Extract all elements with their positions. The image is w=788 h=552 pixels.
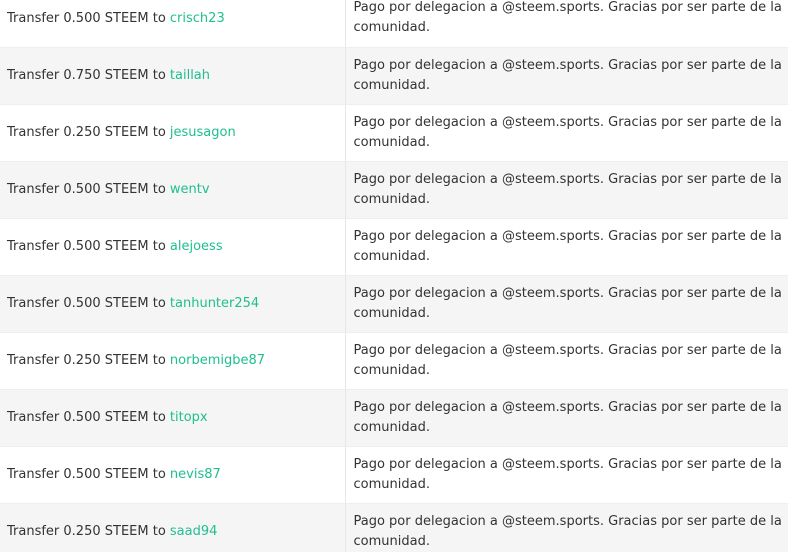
transfer-history-table: Transfer 0.500 STEEM to crisch23 Pago po… [0, 0, 788, 552]
transfer-memo: Pago por delegacion a @steem.sports. Gra… [345, 332, 788, 390]
transfer-description: Transfer 0.500 STEEM to alejoess [0, 218, 346, 276]
transfer-text: Transfer 0.250 STEEM to [7, 353, 170, 368]
transfer-description: Transfer 0.500 STEEM to titopx [0, 389, 346, 447]
user-link[interactable]: nevis87 [170, 467, 221, 482]
table-row: Transfer 0.500 STEEM to crisch23 Pago po… [0, 0, 788, 48]
table-row: Transfer 0.250 STEEM to saad94 Pago por … [0, 503, 788, 552]
user-link[interactable]: norbemigbe87 [170, 353, 265, 368]
table-row: Transfer 0.500 STEEM to titopx Pago por … [0, 389, 788, 447]
transfer-description: Transfer 0.250 STEEM to jesusagon [0, 104, 346, 162]
table-row: Transfer 0.750 STEEM to taillah Pago por… [0, 47, 788, 105]
transfer-description: Transfer 0.500 STEEM to wentv [0, 161, 346, 219]
transfer-text: Transfer 0.500 STEEM to [7, 10, 170, 26]
table-row: Transfer 0.500 STEEM to wentv Pago por d… [0, 161, 788, 219]
transfer-text: Transfer 0.250 STEEM to [7, 524, 170, 539]
transfer-text: Transfer 0.500 STEEM to [7, 239, 170, 254]
transfer-description: Transfer 0.500 STEEM to tanhunter254 [0, 275, 346, 333]
transfer-text: Transfer 0.500 STEEM to [7, 467, 170, 482]
table-row: Transfer 0.500 STEEM to tanhunter254 Pag… [0, 275, 788, 333]
transfer-memo: Pago por delegacion a @steem.sports. Gra… [345, 218, 788, 276]
table-row: Transfer 0.250 STEEM to jesusagon Pago p… [0, 104, 788, 162]
user-link[interactable]: tanhunter254 [170, 296, 259, 311]
user-link[interactable]: saad94 [170, 524, 218, 539]
transfer-history-panel: Transfer 0.500 STEEM to crisch23 Pago po… [0, 0, 788, 552]
transfer-memo: Pago por delegacion a @steem.sports. Gra… [345, 389, 788, 447]
transfer-description: Transfer 0.500 STEEM to crisch23 [0, 0, 346, 48]
transfer-description: Transfer 0.750 STEEM to taillah [0, 47, 346, 105]
transfer-text: Transfer 0.500 STEEM to [7, 182, 170, 197]
table-row: Transfer 0.250 STEEM to norbemigbe87 Pag… [0, 332, 788, 390]
transfer-description: Transfer 0.250 STEEM to norbemigbe87 [0, 332, 346, 390]
transfer-description: Transfer 0.250 STEEM to saad94 [0, 503, 346, 552]
transfer-memo: Pago por delegacion a @steem.sports. Gra… [345, 0, 788, 48]
user-link[interactable]: titopx [170, 410, 208, 425]
user-link[interactable]: jesusagon [170, 125, 236, 140]
user-link[interactable]: wentv [170, 182, 210, 197]
transfer-text: Transfer 0.250 STEEM to [7, 125, 170, 140]
user-link[interactable]: alejoess [170, 239, 223, 254]
transfer-description: Transfer 0.500 STEEM to nevis87 [0, 446, 346, 504]
transfer-text: Transfer 0.750 STEEM to [7, 68, 170, 83]
table-row: Transfer 0.500 STEEM to alejoess Pago po… [0, 218, 788, 276]
transfer-memo: Pago por delegacion a @steem.sports. Gra… [345, 503, 788, 552]
user-link[interactable]: taillah [170, 68, 210, 83]
transfer-text: Transfer 0.500 STEEM to [7, 410, 170, 425]
table-row: Transfer 0.500 STEEM to nevis87 Pago por… [0, 446, 788, 504]
transfer-memo: Pago por delegacion a @steem.sports. Gra… [345, 161, 788, 219]
transfer-text: Transfer 0.500 STEEM to [7, 296, 170, 311]
transfer-memo: Pago por delegacion a @steem.sports. Gra… [345, 47, 788, 105]
transfer-memo: Pago por delegacion a @steem.sports. Gra… [345, 446, 788, 504]
user-link[interactable]: crisch23 [170, 11, 225, 26]
transfer-memo: Pago por delegacion a @steem.sports. Gra… [345, 104, 788, 162]
transfer-memo: Pago por delegacion a @steem.sports. Gra… [345, 275, 788, 333]
